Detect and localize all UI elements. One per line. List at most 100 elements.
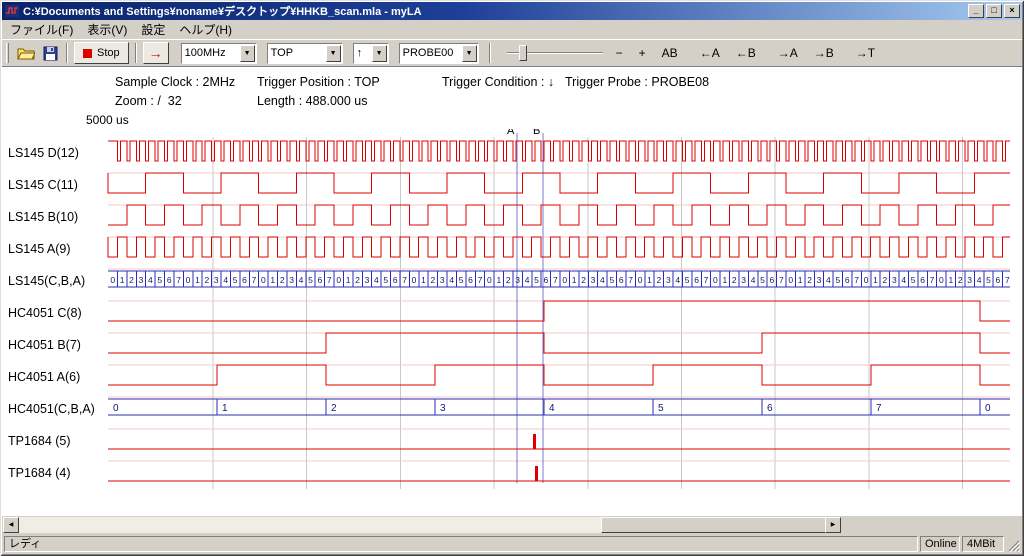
channel-label: HC4051 A(6): [8, 369, 106, 385]
trigger-position-select[interactable]: TOP ▼: [267, 43, 343, 64]
svg-text:3: 3: [214, 275, 219, 285]
svg-text:7: 7: [876, 403, 882, 414]
svg-text:4: 4: [525, 275, 530, 285]
trigger-probe-value: PROBE00: [400, 47, 462, 59]
slider-thumb[interactable]: [519, 45, 527, 61]
zoom-info: Zoom : / 32: [115, 94, 182, 108]
trigger-edge-select[interactable]: ↑ ▼: [353, 43, 389, 64]
move-a-right-button[interactable]: →A: [773, 43, 803, 63]
svg-text:5: 5: [233, 275, 238, 285]
ab-span-button[interactable]: AB: [657, 43, 683, 63]
channel-wave: [108, 173, 1010, 193]
svg-text:0: 0: [261, 275, 266, 285]
sample-clock-info: Sample Clock : 2MHz: [115, 75, 235, 89]
svg-text:0: 0: [788, 275, 793, 285]
move-b-left-button[interactable]: ←B: [731, 43, 761, 63]
trigger-condition-info: Trigger Condition : ↓: [442, 75, 554, 89]
svg-text:5: 5: [383, 275, 388, 285]
menu-help[interactable]: ヘルプ(H): [172, 19, 239, 40]
svg-text:1: 1: [722, 275, 727, 285]
zoom-slider[interactable]: [505, 42, 605, 64]
svg-text:4: 4: [675, 275, 680, 285]
svg-text:1: 1: [120, 275, 125, 285]
run-button[interactable]: →: [143, 42, 169, 64]
zoom-in-button[interactable]: +: [634, 43, 651, 63]
trigger-position-info: Trigger Position : TOP: [257, 75, 380, 89]
svg-text:2: 2: [958, 275, 963, 285]
svg-text:5: 5: [609, 275, 614, 285]
svg-text:7: 7: [930, 275, 935, 285]
trigger-probe-select[interactable]: PROBE00 ▼: [399, 43, 479, 64]
svg-text:4: 4: [223, 275, 228, 285]
zoom-out-button[interactable]: −: [611, 43, 628, 63]
svg-text:7: 7: [628, 275, 633, 285]
svg-text:6: 6: [694, 275, 699, 285]
toolbar-separator: [489, 43, 491, 63]
channel-wave: [108, 205, 1010, 225]
menu-bar: ファイル(F) 表示(V) 設定 ヘルプ(H): [2, 20, 1022, 39]
svg-text:5: 5: [835, 275, 840, 285]
trigger-position-value: TOP: [268, 47, 326, 59]
status-online-badge: Online: [920, 536, 960, 552]
chevron-down-icon[interactable]: ▼: [372, 45, 387, 62]
cursor-label: B: [533, 129, 540, 137]
stop-button[interactable]: Stop: [74, 42, 129, 64]
horizontal-scrollbar[interactable]: ◀ ▶: [2, 516, 1022, 534]
menu-settings[interactable]: 設定: [134, 19, 172, 40]
resize-grip[interactable]: [1006, 536, 1020, 552]
move-a-left-button[interactable]: ←A: [695, 43, 725, 63]
svg-text:3: 3: [139, 275, 144, 285]
chevron-down-icon[interactable]: ▼: [462, 45, 477, 62]
svg-text:4: 4: [449, 275, 454, 285]
svg-text:0: 0: [110, 275, 115, 285]
svg-text:7: 7: [252, 275, 257, 285]
maximize-button[interactable]: □: [986, 4, 1002, 18]
sample-clock-value: 100MHz: [182, 47, 240, 59]
menu-file[interactable]: ファイル(F): [3, 19, 80, 40]
channel-label: HC4051 C(8): [8, 305, 106, 321]
channel-wave: [108, 237, 1010, 257]
svg-text:3: 3: [666, 275, 671, 285]
svg-text:5: 5: [658, 403, 664, 414]
svg-text:1: 1: [948, 275, 953, 285]
svg-text:4: 4: [600, 275, 605, 285]
svg-text:6: 6: [920, 275, 925, 285]
waveform-view: Sample Clock : 2MHz Trigger Position : T…: [2, 67, 1022, 516]
svg-text:0: 0: [638, 275, 643, 285]
titlebar[interactable]: C:¥Documents and Settings¥noname¥デスクトップ¥…: [2, 2, 1022, 20]
sample-clock-select[interactable]: 100MHz ▼: [181, 43, 257, 64]
close-button[interactable]: ×: [1004, 4, 1020, 18]
svg-text:0: 0: [985, 403, 991, 414]
svg-text:3: 3: [967, 275, 972, 285]
scroll-right-icon[interactable]: ▶: [825, 517, 841, 533]
cursor-label: A: [507, 129, 515, 137]
waveform-canvas[interactable]: AB01234567012345670123456701234567012345…: [106, 129, 1012, 501]
svg-text:1: 1: [873, 275, 878, 285]
move-b-right-button[interactable]: →B: [809, 43, 839, 63]
svg-text:2: 2: [883, 275, 888, 285]
svg-text:2: 2: [331, 403, 337, 414]
svg-text:0: 0: [412, 275, 417, 285]
channel-wave: [108, 365, 1010, 385]
save-file-button[interactable]: [38, 42, 62, 64]
chevron-down-icon[interactable]: ▼: [326, 45, 341, 62]
chevron-down-icon[interactable]: ▼: [240, 45, 255, 62]
scroll-left-icon[interactable]: ◀: [3, 517, 19, 533]
toolbar-gripper: [6, 43, 9, 63]
svg-text:6: 6: [845, 275, 850, 285]
svg-text:4: 4: [977, 275, 982, 285]
svg-text:0: 0: [713, 275, 718, 285]
minimize-button[interactable]: _: [968, 4, 984, 18]
svg-text:2: 2: [431, 275, 436, 285]
trigger-probe-info: Trigger Probe : PROBE08: [565, 75, 709, 89]
channel-wave: [108, 333, 1010, 353]
menu-view[interactable]: 表示(V): [80, 19, 134, 40]
scrollbar-thumb[interactable]: [601, 517, 827, 533]
open-file-button[interactable]: [14, 42, 38, 64]
trigger-edge-value: ↑: [354, 47, 372, 59]
svg-text:5: 5: [911, 275, 916, 285]
svg-text:6: 6: [242, 275, 247, 285]
goto-trigger-button[interactable]: →T: [851, 43, 880, 63]
svg-text:7: 7: [704, 275, 709, 285]
status-memory-badge: 4MBit: [962, 536, 1004, 552]
